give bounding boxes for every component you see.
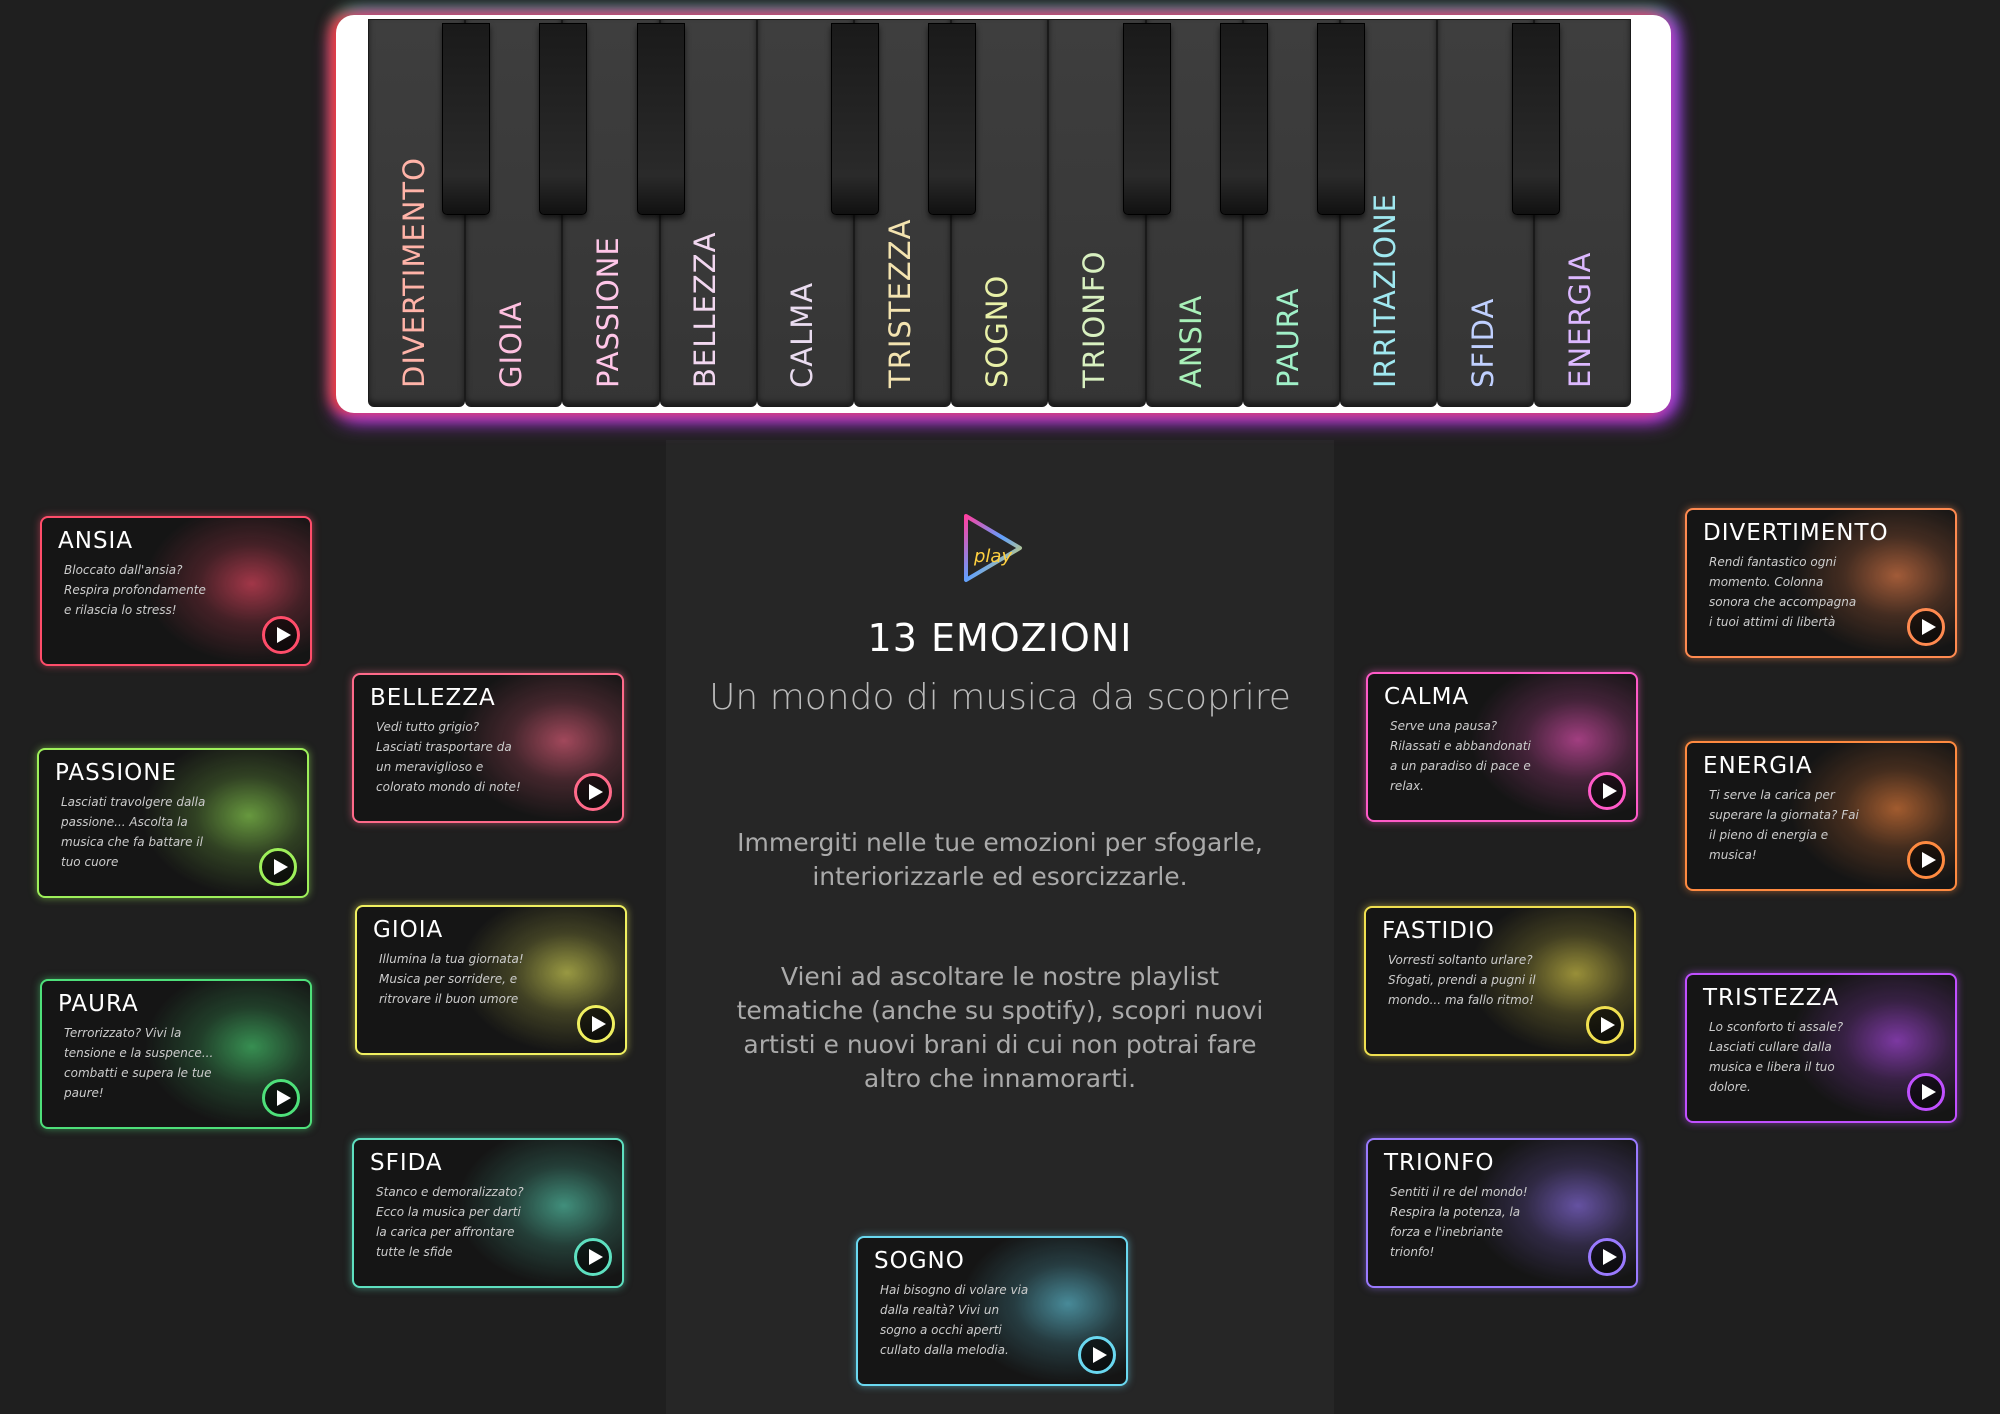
piano-key-label: BELLEZZA: [688, 231, 723, 388]
piano-black-key[interactable]: [539, 23, 588, 215]
card-title: SOGNO: [874, 1248, 965, 1274]
play-button-icon[interactable]: [1586, 1006, 1624, 1044]
play-button-icon[interactable]: [262, 1079, 300, 1117]
piano-key-label: PASSIONE: [590, 236, 625, 388]
playlist-card-trionfo[interactable]: TRIONFO Sentiti il re del mondo! Respira …: [1366, 1138, 1638, 1288]
card-description: Stanco e demoralizzato? Ecco la musica p…: [376, 1185, 524, 1259]
piano-key-label: ANSIA: [1174, 294, 1209, 388]
play-button-icon[interactable]: [1078, 1336, 1116, 1374]
play-button-icon[interactable]: [574, 1238, 612, 1276]
piano-keys: DIVERTIMENTO GIOIA PASSIONE BELLEZZA CALMA TR…: [368, 19, 1632, 407]
piano-keyboard: DIVERTIMENTO GIOIA PASSIONE BELLEZZA CALMA TR…: [336, 15, 1671, 413]
intro-paragraph: Immergiti nelle tue emozioni per sfogarl…: [737, 828, 1263, 891]
piano-key-label: TRISTEZZA: [882, 218, 917, 388]
card-description: Vorresti soltanto urlare? Sfogati, prend…: [1388, 953, 1536, 1007]
piano-black-key[interactable]: [442, 23, 491, 215]
card-description: Lasciati travolgere dalla passione... As…: [61, 795, 206, 869]
piano-black-key[interactable]: [831, 23, 880, 215]
page-title: 13 EMOZIONI: [867, 616, 1133, 660]
card-description: Terrorizzato? Vivi la tensione e la susp…: [64, 1026, 214, 1100]
piano-black-key[interactable]: [1220, 23, 1269, 215]
play-button-icon[interactable]: [262, 616, 300, 654]
piano-black-key[interactable]: [1511, 23, 1560, 215]
card-title: ENERGIA: [1703, 753, 1813, 779]
playlist-card-fastidio[interactable]: FASTIDIO Vorresti soltanto urlare? Sfogat…: [1364, 906, 1636, 1056]
playlist-card-ansia[interactable]: ANSIA Bloccato dall'ansia? Respira profon…: [40, 516, 312, 666]
play-button-icon[interactable]: [1588, 772, 1626, 810]
playlist-paragraph: Vieni ad ascoltare le nostre playlist te…: [736, 962, 1264, 1093]
playlist-card-gioia[interactable]: GIOIA Illumina la tua giornata! Musica pe…: [355, 905, 627, 1055]
playlist-card-tristezza[interactable]: TRISTEZZA Lo sconforto ti assale? Lasciat…: [1685, 973, 1957, 1123]
card-title: SFIDA: [370, 1150, 443, 1176]
playlist-card-sfida[interactable]: SFIDA Stanco e demoralizzato? Ecco la mus…: [352, 1138, 624, 1288]
card-title: PAURA: [58, 991, 139, 1017]
play-button-icon[interactable]: [1588, 1238, 1626, 1276]
piano-key-label: IRRITAZIONE: [1368, 193, 1403, 388]
playlist-card-divertimento[interactable]: DIVERTIMENTO Rendi fantastico ogni moment…: [1685, 508, 1957, 658]
playlist-card-paura[interactable]: PAURA Terrorizzato? Vivi la tensione e la…: [40, 979, 312, 1129]
playlist-card-calma[interactable]: CALMA Serve una pausa? Rilassati e abband…: [1366, 672, 1638, 822]
card-description: Lo sconforto ti assale? Lasciati cullare…: [1709, 1020, 1844, 1094]
card-title: TRISTEZZA: [1703, 985, 1840, 1011]
card-description: Serve una pausa? Rilassati e abbandonati…: [1390, 719, 1531, 793]
card-description: Ti serve la carica per superare la giorn…: [1709, 788, 1859, 862]
play-button-icon[interactable]: [1907, 1073, 1945, 1111]
card-description: Sentiti il re del mondo! Respira la pote…: [1390, 1185, 1528, 1259]
piano-black-key[interactable]: [928, 23, 977, 215]
svg-text:play: play: [973, 546, 1012, 567]
card-title: ANSIA: [58, 528, 134, 554]
card-description: Hai bisogno di volare via dalla realtà? …: [880, 1283, 1029, 1357]
playlist-card-passione[interactable]: PASSIONE Lasciati travolgere dalla passio…: [37, 748, 309, 898]
play-button-icon[interactable]: [259, 848, 297, 886]
piano-key-label: TRIONFO: [1076, 250, 1111, 388]
page-subtitle: Un mondo di musica da scoprire: [709, 677, 1291, 718]
piano-key-label: DIVERTIMENTO: [396, 157, 431, 388]
piano-key-label: PAURA: [1271, 287, 1306, 388]
card-title: DIVERTIMENTO: [1703, 520, 1889, 546]
piano-black-key[interactable]: [1122, 23, 1171, 215]
card-description: Illumina la tua giornata! Musica per sor…: [379, 952, 524, 1006]
card-title: TRIONFO: [1384, 1150, 1495, 1176]
card-description: Bloccato dall'ansia? Respira profondamen…: [64, 563, 206, 617]
playlist-card-energia[interactable]: ENERGIA Ti serve la carica per superare l…: [1685, 741, 1957, 891]
card-title: BELLEZZA: [370, 685, 496, 711]
card-description: Rendi fantastico ogni momento. Colonna s…: [1709, 555, 1857, 629]
play-button-icon[interactable]: [574, 773, 612, 811]
card-title: PASSIONE: [55, 760, 177, 786]
piano-black-key[interactable]: [1317, 23, 1366, 215]
card-title: FASTIDIO: [1382, 918, 1495, 944]
play-button-icon[interactable]: [1907, 841, 1945, 879]
play-button-icon[interactable]: [577, 1005, 615, 1043]
card-description: Vedi tutto grigio? Lasciati trasportare …: [376, 720, 521, 794]
piano-key-label: SFIDA: [1465, 297, 1500, 388]
play-button-icon[interactable]: [1907, 608, 1945, 646]
card-title: CALMA: [1384, 684, 1470, 710]
card-title: GIOIA: [373, 917, 444, 943]
playlist-card-bellezza[interactable]: BELLEZZA Vedi tutto grigio? Lasciati tras…: [352, 673, 624, 823]
playlist-card-sogno[interactable]: SOGNO Hai bisogno di volare via dalla rea…: [856, 1236, 1128, 1386]
piano-key-label: CALMA: [785, 281, 820, 388]
piano-black-key[interactable]: [636, 23, 685, 215]
play-logo-icon: play: [964, 514, 1022, 582]
piano-key-label: GIOIA: [493, 300, 528, 388]
piano-key-label: SOGNO: [979, 274, 1014, 388]
piano-key-label: ENERGIA: [1562, 251, 1597, 388]
